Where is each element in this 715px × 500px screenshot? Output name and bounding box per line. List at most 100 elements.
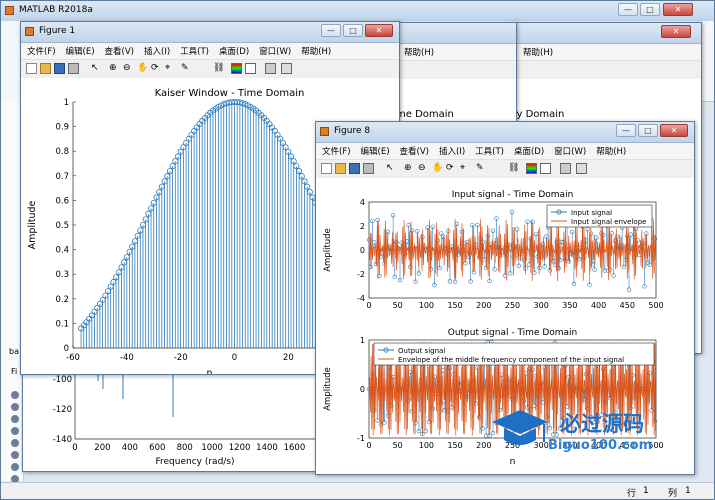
zoom-out-icon[interactable]: ⊖ xyxy=(123,63,134,74)
figure8-menu-insert[interactable]: 插入(I) xyxy=(433,143,469,157)
save-icon[interactable] xyxy=(349,163,360,174)
matlab-icon xyxy=(5,6,14,15)
print-icon[interactable] xyxy=(363,163,374,174)
brush-icon[interactable]: ✎ xyxy=(476,163,487,174)
stack3-menu-help[interactable]: 帮助(H) xyxy=(398,44,438,58)
kaiser-x-tick-label: 20 xyxy=(283,353,294,363)
output-y-tick-label: 1 xyxy=(360,336,365,345)
main-close-button[interactable]: ✕ xyxy=(663,3,693,16)
figure1-menu-file[interactable]: 文件(F) xyxy=(21,43,60,57)
pan-icon[interactable]: ✋ xyxy=(432,163,443,174)
kaiser-x-label: n xyxy=(206,368,212,374)
watermark: 必过源码 Biguo100.com xyxy=(490,404,690,464)
figure1-title-bar: Figure 1 — □ ✕ xyxy=(21,22,399,43)
new-figure-icon[interactable] xyxy=(26,63,37,74)
main-maximize-button[interactable]: □ xyxy=(640,3,660,16)
output-legend-label: Output signal xyxy=(398,347,445,355)
status-row-label: 行 xyxy=(627,489,637,499)
legend-icon[interactable] xyxy=(245,63,256,74)
figure1-menu-help[interactable]: 帮助(H) xyxy=(295,43,335,57)
bg-y-tick-label: -140 xyxy=(53,435,72,445)
rotate-icon[interactable]: ⟳ xyxy=(151,63,162,74)
bg-x-tick-label: 200 xyxy=(94,443,110,453)
hide-plot-tools-icon[interactable] xyxy=(265,63,276,74)
stack4-close-button[interactable]: ✕ xyxy=(661,25,691,38)
figure8-menu-tools[interactable]: 工具(T) xyxy=(469,143,508,157)
kaiser-y-tick-label: 1 xyxy=(64,98,69,108)
figure1-toolbar: ↖ ⊕ ⊖ ✋ ⟳ ⌖ ✎ ⛓ xyxy=(21,59,399,79)
input-x-tick-label: 300 xyxy=(534,301,549,310)
output-y-tick-label: 0 xyxy=(360,385,365,394)
figure8-menu-edit[interactable]: 编辑(E) xyxy=(355,143,394,157)
figure8-menu-view[interactable]: 查看(V) xyxy=(394,143,433,157)
stack3-title: me Domain xyxy=(396,109,454,120)
main-minimize-button[interactable]: — xyxy=(618,3,638,16)
brush-icon[interactable]: ✎ xyxy=(181,63,192,74)
input-y-tick-label: 2 xyxy=(360,222,365,231)
data-cursor-icon[interactable]: ⌖ xyxy=(460,163,471,174)
figure8-menu-window[interactable]: 窗口(W) xyxy=(548,143,590,157)
figure1-menu-window[interactable]: 窗口(W) xyxy=(253,43,295,57)
figure8-toolbar: ↖ ⊕ ⊖ ✋ ⟳ ⌖ ✎ ⛓ xyxy=(316,159,694,179)
pan-icon[interactable]: ✋ xyxy=(137,63,148,74)
show-plot-tools-icon[interactable] xyxy=(576,163,587,174)
input-x-tick-label: 350 xyxy=(562,301,577,310)
graduation-cap-icon xyxy=(492,410,548,445)
figure1-menu-desktop[interactable]: 桌面(D) xyxy=(213,43,253,57)
hide-plot-tools-icon[interactable] xyxy=(560,163,571,174)
new-figure-icon[interactable] xyxy=(321,163,332,174)
legend-icon[interactable] xyxy=(540,163,551,174)
open-file-icon[interactable] xyxy=(335,163,346,174)
figure1-menu-view[interactable]: 查看(V) xyxy=(99,43,138,57)
bg-x-tick-label: 1600 xyxy=(284,443,306,453)
figure1-menu-edit[interactable]: 编辑(E) xyxy=(60,43,99,57)
figure8-menu-help[interactable]: 帮助(H) xyxy=(590,143,630,157)
figure1-menu-tools[interactable]: 工具(T) xyxy=(174,43,213,57)
bg-x-tick-label: 1400 xyxy=(256,443,278,453)
colorbar-icon[interactable] xyxy=(231,63,242,74)
figure8-menu-desktop[interactable]: 桌面(D) xyxy=(508,143,548,157)
data-cursor-icon[interactable]: ⌖ xyxy=(165,63,176,74)
bg-x-tick-label: 1200 xyxy=(229,443,251,453)
input-y-tick-label: -2 xyxy=(357,270,365,279)
output-x-tick-label: 0 xyxy=(366,441,371,450)
open-file-icon[interactable] xyxy=(40,63,51,74)
save-icon[interactable] xyxy=(54,63,65,74)
pointer-icon[interactable]: ↖ xyxy=(386,163,397,174)
workspace-item-icons xyxy=(11,391,19,487)
figure1-menu-insert[interactable]: 插入(I) xyxy=(138,43,174,57)
figure1-minimize-button[interactable]: — xyxy=(321,24,341,37)
bg-y-tick-label: -120 xyxy=(53,405,72,415)
figure1-maximize-button[interactable]: □ xyxy=(343,24,363,37)
link-icon[interactable]: ⛓ xyxy=(508,163,519,174)
stack4-menu-help[interactable]: 帮助(H) xyxy=(517,44,557,58)
zoom-in-icon[interactable]: ⊕ xyxy=(109,63,120,74)
figure8-minimize-button[interactable]: — xyxy=(616,124,636,137)
status-row-value: 1 xyxy=(643,486,649,496)
watermark-title: 必过源码 xyxy=(560,412,644,436)
input-y-label: Amplitude xyxy=(323,228,333,272)
figure-icon xyxy=(25,27,34,36)
main-title-bar: MATLAB R2018a — □ ✕ xyxy=(1,1,714,22)
output-chart-title: Output signal - Time Domain xyxy=(448,328,578,338)
figure8-close-button[interactable]: ✕ xyxy=(660,124,688,137)
bg-x-label: Frequency (rad/s) xyxy=(155,457,234,467)
print-icon[interactable] xyxy=(68,63,79,74)
show-plot-tools-icon[interactable] xyxy=(281,63,292,74)
link-icon[interactable]: ⛓ xyxy=(213,63,224,74)
pointer-icon[interactable]: ↖ xyxy=(91,63,102,74)
zoom-out-icon[interactable]: ⊖ xyxy=(418,163,429,174)
kaiser-y-tick-label: 0.7 xyxy=(55,172,69,182)
zoom-in-icon[interactable]: ⊕ xyxy=(404,163,415,174)
bg-x-tick-label: 600 xyxy=(149,443,165,453)
kaiser-x-tick-label: 0 xyxy=(232,353,237,363)
figure1-close-button[interactable]: ✕ xyxy=(365,24,393,37)
figure8-menu-file[interactable]: 文件(F) xyxy=(316,143,355,157)
input-chart-title: Input signal - Time Domain xyxy=(452,190,574,200)
kaiser-y-tick-label: 0.8 xyxy=(55,147,69,157)
colorbar-icon[interactable] xyxy=(526,163,537,174)
bg-y-tick-label: -100 xyxy=(53,375,72,385)
kaiser-y-label: Amplitude xyxy=(27,201,38,250)
rotate-icon[interactable]: ⟳ xyxy=(446,163,457,174)
figure8-maximize-button[interactable]: □ xyxy=(638,124,658,137)
